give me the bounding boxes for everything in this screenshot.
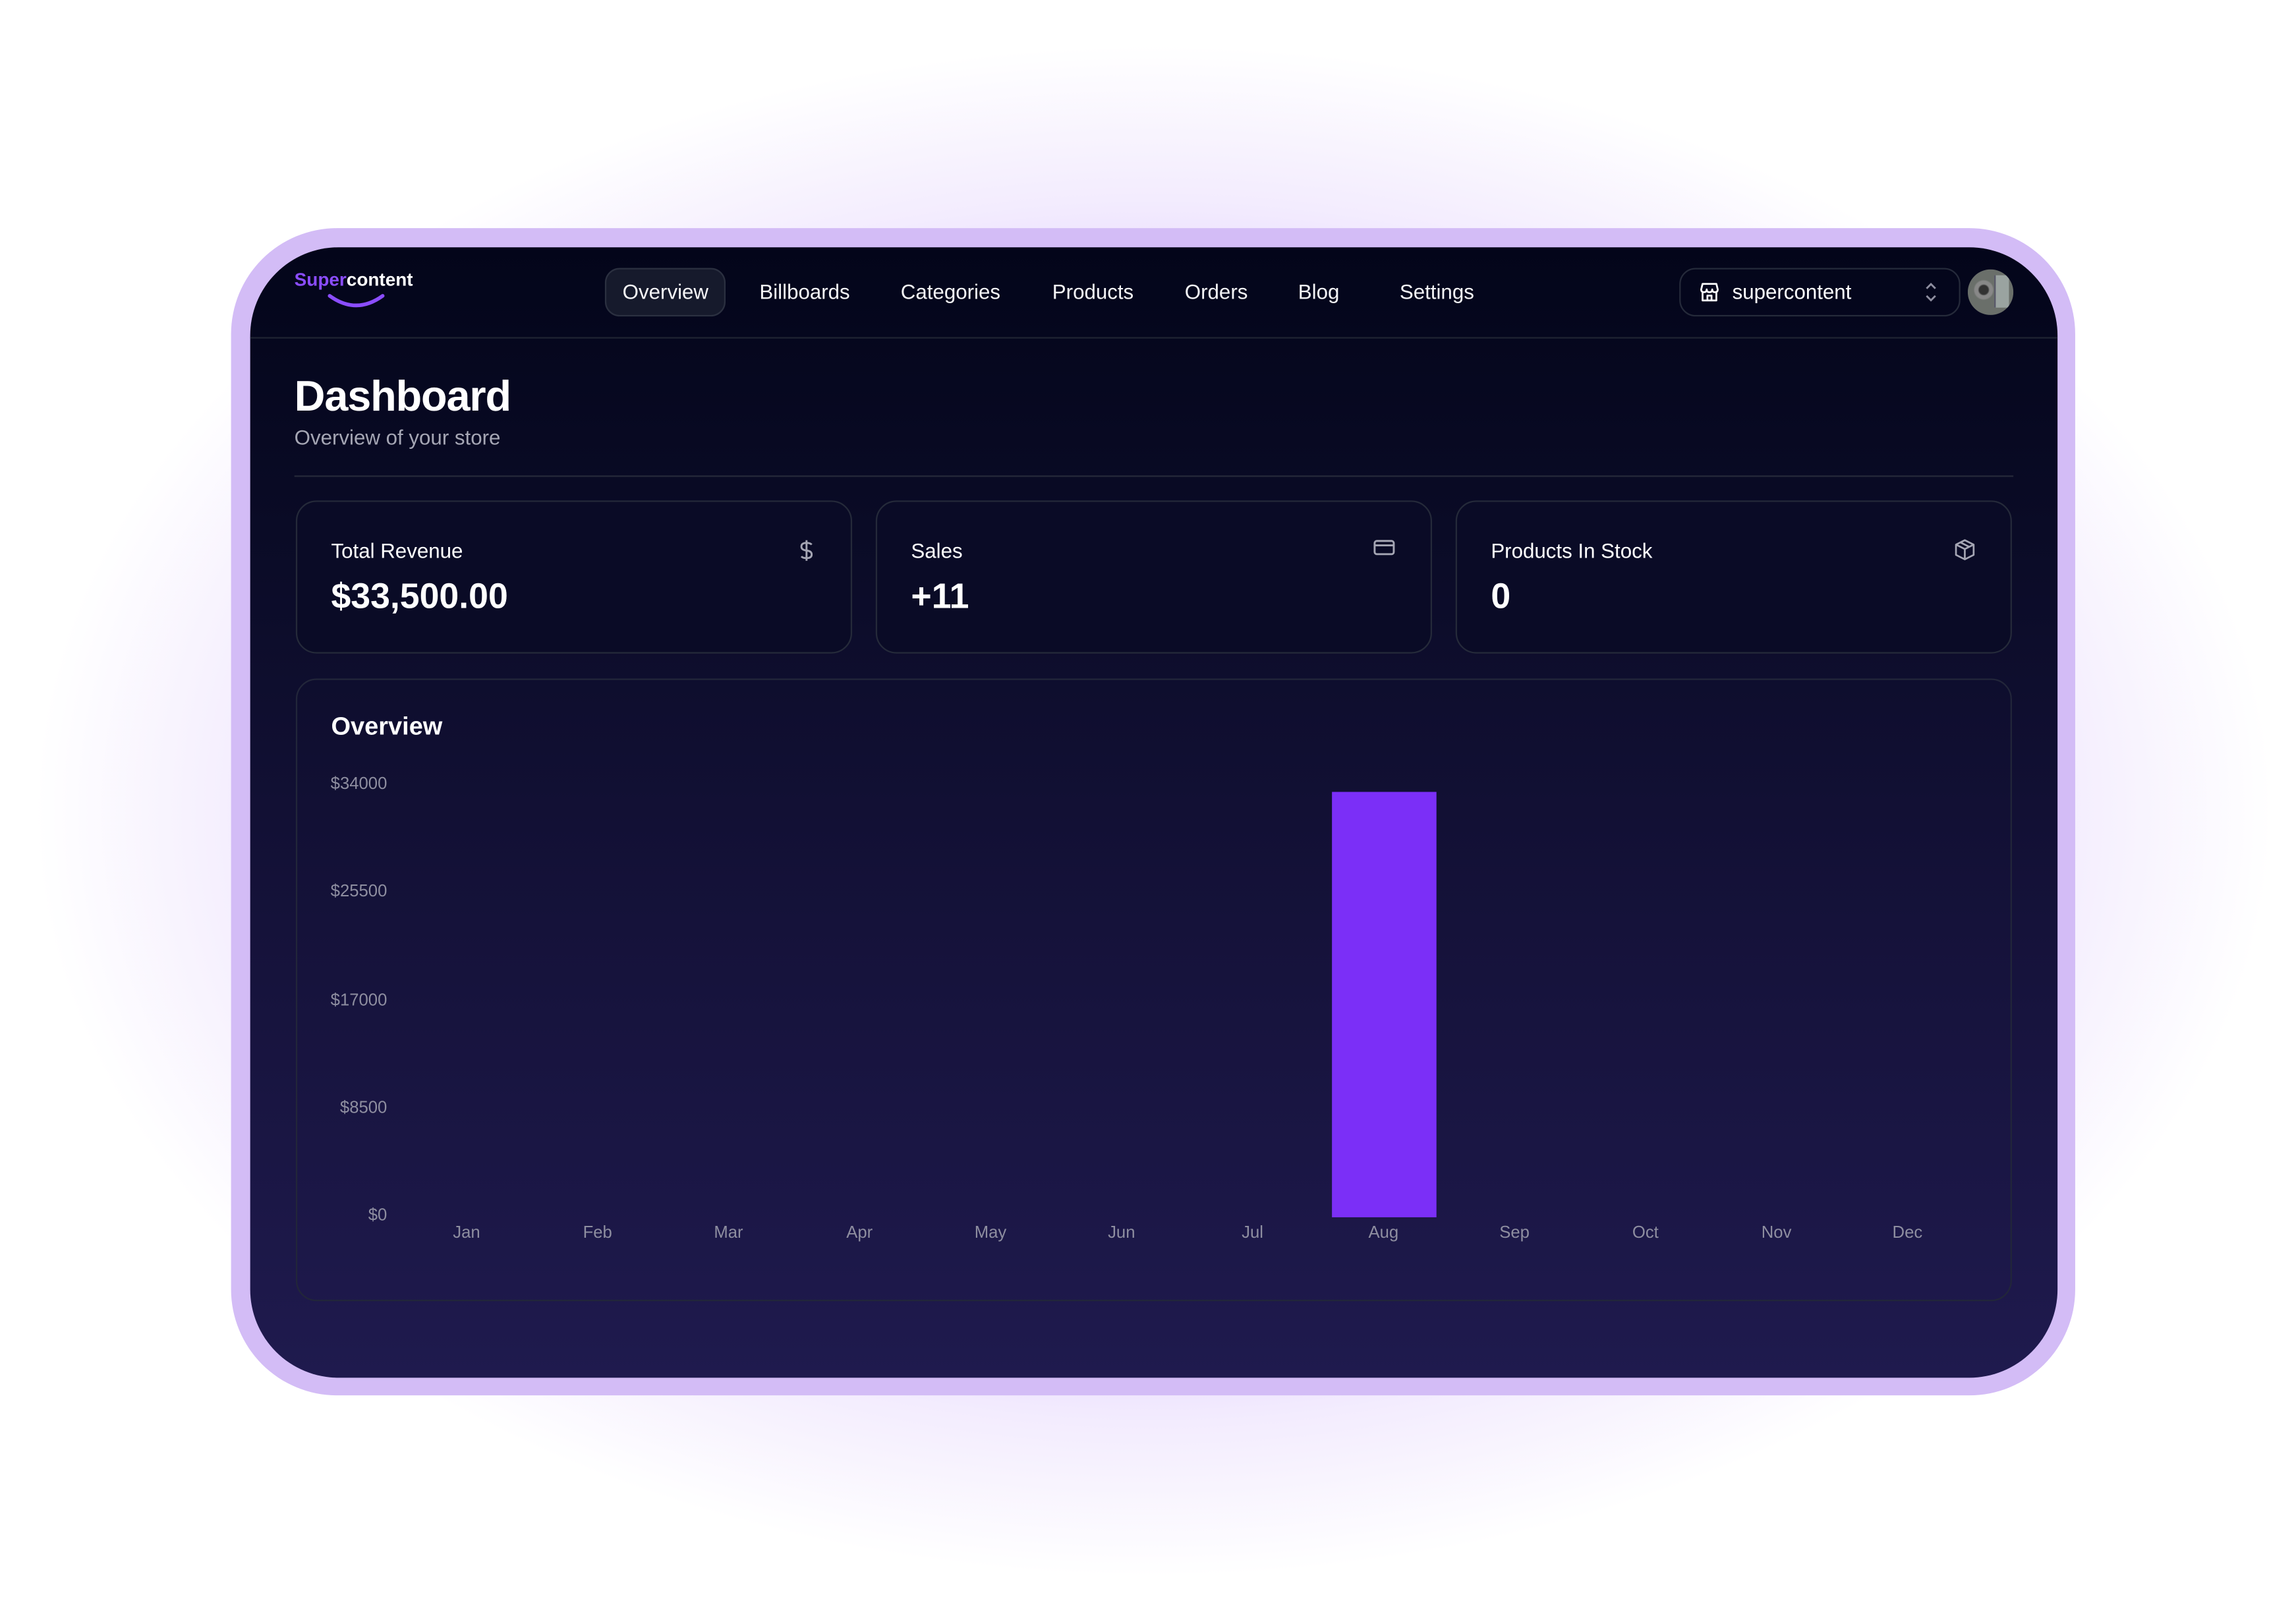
logo-text-1: Super — [294, 269, 347, 290]
nav-products[interactable]: Products — [1036, 268, 1150, 316]
card-value: +11 — [911, 577, 969, 617]
logo[interactable]: Supercontent — [294, 269, 413, 308]
top-nav: Supercontent Overview Billboards Categor… — [250, 247, 2058, 339]
x-tick-label: Nov — [1761, 1225, 1792, 1242]
logo-smile-icon — [328, 294, 385, 308]
card-label: Total Revenue — [331, 538, 463, 563]
app-window: Supercontent Overview Billboards Categor… — [250, 247, 2058, 1378]
chevrons-up-down-icon — [1926, 282, 1936, 302]
card-sales: Sales +11 — [875, 500, 1433, 654]
chart-title: Overview — [331, 712, 443, 741]
nav-orders[interactable]: Orders — [1168, 268, 1264, 316]
x-tick-label: Mar — [714, 1225, 743, 1242]
nav-categories[interactable]: Categories — [884, 268, 1016, 316]
x-tick-label: Dec — [1892, 1225, 1923, 1242]
page-subtitle: Overview of your store — [294, 425, 501, 449]
x-tick-label: Oct — [1632, 1225, 1659, 1242]
x-tick-label: Feb — [583, 1225, 612, 1242]
card-label: Sales — [911, 538, 963, 563]
x-tick-label: Jul — [1242, 1225, 1263, 1242]
package-icon — [1955, 539, 1975, 560]
y-tick-label: $8500 — [339, 1099, 387, 1117]
nav-overview[interactable]: Overview — [604, 268, 726, 317]
y-tick-label: $17000 — [330, 991, 387, 1009]
credit-card-icon — [1373, 540, 1395, 556]
bar-aug[interactable] — [1331, 792, 1436, 1217]
card-products-in-stock: Products In Stock 0 — [1455, 500, 2012, 654]
x-tick-label: May — [974, 1225, 1007, 1242]
divider — [294, 475, 2014, 477]
overview-chart: Overview $0 $8500 $17000 $25500 $34000 Jan Feb… — [295, 678, 2012, 1302]
avatar[interactable] — [1967, 269, 2014, 315]
page-title: Dashboard — [294, 374, 511, 421]
x-tick-label: Sep — [1499, 1225, 1530, 1242]
dollar-icon — [800, 540, 813, 561]
y-tick-label: $34000 — [330, 775, 387, 794]
store-icon — [1700, 283, 1719, 302]
store-switcher[interactable]: supercontent — [1679, 268, 1961, 317]
x-tick-label: Aug — [1368, 1225, 1399, 1242]
x-tick-label: Jan — [453, 1225, 480, 1242]
nav-blog[interactable]: Blog — [1282, 268, 1356, 316]
x-tick-label: Jun — [1108, 1225, 1135, 1242]
nav-settings[interactable]: Settings — [1383, 268, 1490, 316]
x-tick-label: Apr — [846, 1225, 873, 1242]
logo-text-2: content — [346, 269, 413, 290]
nav-billboards[interactable]: Billboards — [743, 268, 866, 316]
card-label: Products In Stock — [1491, 538, 1653, 563]
store-name: supercontent — [1732, 279, 1852, 304]
card-value: $33,500.00 — [331, 577, 508, 617]
card-value: 0 — [1491, 577, 1511, 617]
y-tick-label: $0 — [368, 1207, 387, 1225]
y-tick-label: $25500 — [330, 883, 387, 902]
page-background: Supercontent Overview Billboards Categor… — [0, 0, 2296, 1622]
card-total-revenue: Total Revenue $33,500.00 — [295, 500, 853, 654]
